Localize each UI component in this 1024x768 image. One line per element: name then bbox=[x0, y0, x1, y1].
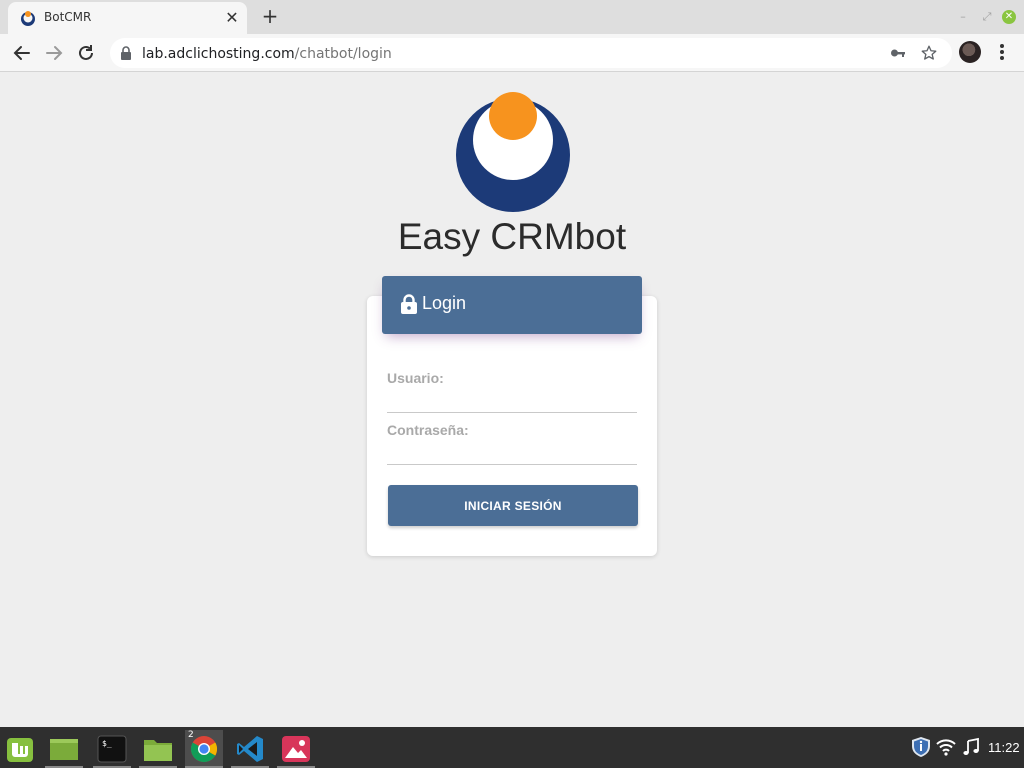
arrow-right-icon bbox=[46, 46, 63, 60]
taskbar: $_ 2 11:22 bbox=[0, 727, 1024, 768]
url-path: /chatbot/login bbox=[294, 46, 392, 62]
terminal-button[interactable]: $_ bbox=[93, 730, 131, 768]
maximize-icon[interactable]: ⤢ bbox=[980, 10, 994, 24]
username-label: Usuario: bbox=[387, 370, 444, 386]
star-icon[interactable] bbox=[920, 44, 938, 62]
files-icon bbox=[144, 740, 172, 761]
browser-tab[interactable]: BotCMR ✕ bbox=[8, 2, 247, 34]
browser-toolbar: lab.adclichosting.com/chatbot/login bbox=[0, 34, 1024, 72]
reload-icon bbox=[79, 45, 93, 60]
reload-button[interactable] bbox=[74, 41, 98, 65]
image-viewer-button[interactable] bbox=[277, 730, 315, 768]
wifi-icon[interactable] bbox=[935, 736, 957, 758]
chrome-button[interactable]: 2 bbox=[185, 730, 223, 768]
vscode-button[interactable] bbox=[231, 730, 269, 768]
tab-title: BotCMR bbox=[44, 10, 92, 24]
forward-button[interactable] bbox=[42, 41, 66, 65]
arrow-left-icon bbox=[13, 46, 30, 60]
password-label: Contraseña: bbox=[387, 422, 469, 438]
url-host: lab.adclichosting.com bbox=[142, 46, 295, 62]
show-desktop-button[interactable] bbox=[45, 730, 83, 768]
files-button[interactable] bbox=[139, 730, 177, 768]
url-text: lab.adclichosting.com/chatbot/login bbox=[142, 46, 392, 62]
close-window-icon[interactable]: ✕ bbox=[1002, 10, 1016, 24]
easy-crmbot-logo bbox=[456, 92, 570, 212]
svg-text:$_: $_ bbox=[102, 739, 112, 748]
lock-icon bbox=[401, 294, 417, 314]
key-icon[interactable] bbox=[890, 45, 906, 61]
shield-icon[interactable] bbox=[910, 736, 932, 758]
chrome-icon bbox=[190, 736, 218, 763]
favicon-icon bbox=[21, 11, 35, 26]
close-tab-icon[interactable]: ✕ bbox=[223, 9, 241, 27]
clock[interactable]: 11:22 bbox=[988, 740, 1020, 755]
mint-menu-icon bbox=[7, 738, 33, 762]
password-input[interactable] bbox=[387, 441, 637, 465]
login-button[interactable]: INICIAR SESIÓN bbox=[388, 485, 638, 526]
new-tab-button[interactable]: + bbox=[258, 5, 282, 29]
app-title: Easy CRMbot bbox=[397, 216, 627, 257]
minimize-icon[interactable]: – bbox=[956, 10, 970, 24]
mint-menu-button[interactable] bbox=[1, 730, 39, 768]
back-button[interactable] bbox=[10, 41, 34, 65]
terminal-icon: $_ bbox=[97, 735, 127, 763]
music-icon[interactable] bbox=[960, 736, 982, 758]
browser-tabbar: BotCMR ✕ + – ⤢ ✕ bbox=[0, 0, 1024, 34]
login-card-header: Login bbox=[382, 276, 642, 334]
show-desktop-icon bbox=[50, 739, 78, 760]
menu-dots-icon[interactable] bbox=[994, 41, 1010, 63]
lock-icon bbox=[121, 46, 131, 60]
address-bar[interactable]: lab.adclichosting.com/chatbot/login bbox=[110, 38, 952, 68]
profile-avatar[interactable] bbox=[959, 41, 981, 63]
username-input[interactable] bbox=[387, 389, 637, 413]
vscode-icon bbox=[237, 736, 263, 762]
login-title: Login bbox=[422, 293, 467, 313]
image-viewer-icon bbox=[282, 736, 310, 762]
